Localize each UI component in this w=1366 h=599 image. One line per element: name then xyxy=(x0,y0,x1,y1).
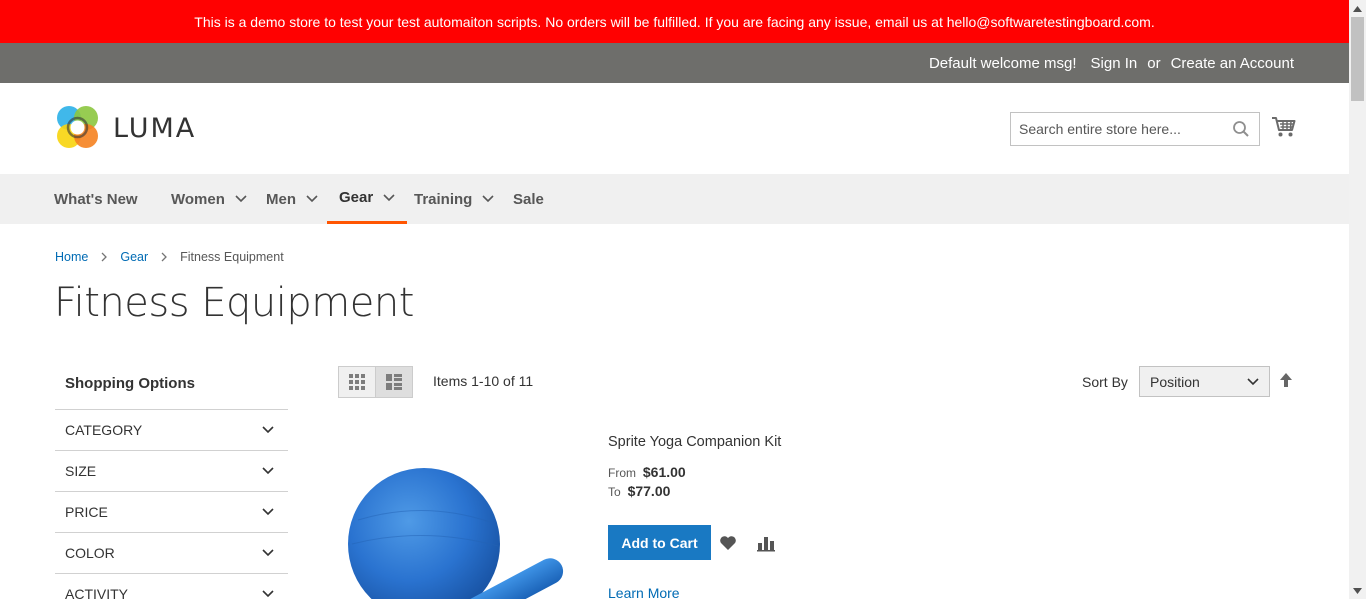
breadcrumb-gear[interactable]: Gear xyxy=(120,250,148,264)
bar-chart-icon xyxy=(757,537,775,552)
search-box xyxy=(1010,112,1260,146)
sort-by-label: Sort By xyxy=(1082,374,1128,390)
logo[interactable]: LUMA xyxy=(55,105,205,151)
page-scrollbar[interactable] xyxy=(1349,0,1366,599)
filter-color[interactable]: COLOR xyxy=(55,533,288,574)
yoga-ball-image xyxy=(348,468,564,599)
chevron-down-icon xyxy=(306,195,318,203)
items-total: 11 xyxy=(518,373,534,389)
filter-category[interactable]: CATEGORY xyxy=(55,410,288,451)
scroll-down-arrow-icon[interactable] xyxy=(1349,582,1366,599)
chevron-down-icon xyxy=(262,549,274,557)
layered-navigation: Shopping Options CATEGORY SIZE PRICE COL… xyxy=(55,368,288,599)
breadcrumb-separator-icon xyxy=(161,252,168,262)
view-mode-switcher xyxy=(338,366,413,398)
product-name-link[interactable]: Sprite Yoga Companion Kit xyxy=(608,434,781,450)
nav-item-women[interactable]: Women xyxy=(171,174,247,224)
search-icon[interactable] xyxy=(1232,120,1250,143)
chevron-down-icon xyxy=(383,193,395,201)
minicart-button[interactable] xyxy=(1271,116,1296,143)
demo-notice-banner: This is a demo store to test your test a… xyxy=(0,0,1349,43)
nav-item-men[interactable]: Men xyxy=(266,174,318,224)
main-navigation: What's New Women Men Gear Training Sale xyxy=(0,174,1349,224)
price-from: From $61.00 xyxy=(608,464,686,480)
price-to-amount: $77.00 xyxy=(627,483,671,499)
chevron-down-icon xyxy=(262,590,274,598)
page-title: Fitness Equipment xyxy=(54,280,414,326)
price-from-amount: $61.00 xyxy=(642,464,686,480)
grid-view-button[interactable] xyxy=(339,367,376,397)
price-to: To $77.00 xyxy=(608,483,670,499)
chevron-down-icon xyxy=(262,426,274,434)
filter-label: SIZE xyxy=(65,463,97,479)
filter-price[interactable]: PRICE xyxy=(55,492,288,533)
add-to-cart-button[interactable]: Add to Cart xyxy=(608,525,711,560)
chevron-down-icon xyxy=(482,195,494,203)
filter-label: ACTIVITY xyxy=(65,586,129,599)
luma-logo-icon xyxy=(57,106,98,148)
nav-item-whats-new[interactable]: What's New xyxy=(54,174,138,224)
nav-item-sale[interactable]: Sale xyxy=(513,174,544,224)
toolbar-amount: Items 1-10 of 11 xyxy=(433,373,533,389)
nav-item-label: Men xyxy=(266,190,296,208)
filter-size[interactable]: SIZE xyxy=(55,451,288,492)
nav-item-label: Gear xyxy=(339,189,374,206)
list-icon xyxy=(385,374,402,390)
price-to-label: To xyxy=(608,485,621,499)
chevron-down-icon xyxy=(1247,378,1259,386)
nav-item-label: What's New xyxy=(54,190,138,208)
breadcrumb-home[interactable]: Home xyxy=(55,250,88,264)
product-image[interactable] xyxy=(338,440,568,599)
scroll-up-arrow-icon[interactable] xyxy=(1349,0,1366,17)
header-panel: Default welcome msg! Sign In or Create a… xyxy=(0,43,1349,83)
or-separator: or xyxy=(1147,54,1161,72)
nav-item-label: Training xyxy=(414,190,473,208)
header-links: Default welcome msg! Sign In or Create a… xyxy=(929,43,1294,83)
sort-by-select[interactable]: Position xyxy=(1139,366,1270,397)
logo-text: LUMA xyxy=(113,112,197,144)
sort-direction-button[interactable] xyxy=(1279,372,1293,393)
learn-more-link[interactable]: Learn More xyxy=(608,585,680,599)
breadcrumb-current: Fitness Equipment xyxy=(180,250,284,264)
arrow-up-icon xyxy=(1280,373,1292,387)
nav-item-label: Sale xyxy=(513,190,544,208)
breadcrumb: Home Gear Fitness Equipment xyxy=(55,250,284,264)
chevron-down-icon xyxy=(235,195,247,203)
demo-notice-text: This is a demo store to test your test a… xyxy=(194,13,1155,30)
items-range: 1-10 xyxy=(471,373,500,389)
add-to-wishlist-button[interactable] xyxy=(719,535,737,556)
add-to-compare-button[interactable] xyxy=(757,534,775,557)
items-of: of xyxy=(499,373,519,389)
cart-icon xyxy=(1272,117,1296,137)
search-input[interactable] xyxy=(1011,113,1221,145)
nav-item-training[interactable]: Training xyxy=(414,174,494,224)
heart-icon xyxy=(720,536,736,550)
filter-label: PRICE xyxy=(65,504,108,520)
nav-item-gear[interactable]: Gear xyxy=(327,174,408,224)
shopping-options-title: Shopping Options xyxy=(55,368,288,410)
breadcrumb-separator-icon xyxy=(101,252,108,262)
chevron-down-icon xyxy=(262,467,274,475)
nav-item-label: Women xyxy=(171,190,225,208)
sort-by-value: Position xyxy=(1150,373,1200,390)
products-toolbar: Items 1-10 of 11 Sort By Position xyxy=(338,366,1298,398)
filter-label: CATEGORY xyxy=(65,422,143,438)
create-account-link[interactable]: Create an Account xyxy=(1171,55,1294,72)
header-content: LUMA xyxy=(0,83,1349,174)
welcome-message: Default welcome msg! xyxy=(928,54,1077,72)
filter-activity[interactable]: ACTIVITY xyxy=(55,574,288,599)
list-view-button[interactable] xyxy=(375,367,412,397)
grid-icon xyxy=(348,374,365,390)
chevron-down-icon xyxy=(262,508,274,516)
scrollbar-thumb[interactable] xyxy=(1351,17,1364,101)
items-prefix: Items xyxy=(433,373,472,389)
sign-in-link[interactable]: Sign In xyxy=(1091,55,1138,72)
price-from-label: From xyxy=(608,466,636,480)
filter-label: COLOR xyxy=(65,545,115,561)
